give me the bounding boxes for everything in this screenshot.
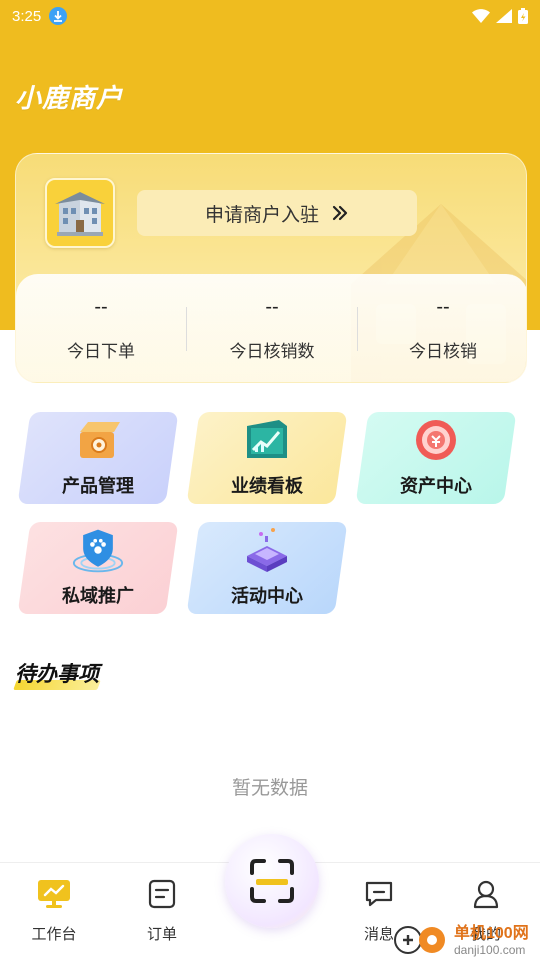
stat-label: 今日下单	[67, 342, 135, 361]
stat-value: --	[94, 296, 108, 318]
building-icon	[55, 192, 105, 236]
product-box-icon	[72, 414, 124, 466]
merchant-avatar[interactable]	[45, 178, 115, 248]
menu-label: 活动中心	[231, 586, 303, 606]
stat-label: 今日核销	[409, 342, 477, 361]
status-time: 3:25	[12, 7, 42, 25]
menu-label: 产品管理	[62, 476, 134, 496]
menu-label: 资产中心	[400, 476, 472, 496]
battery-icon	[518, 8, 528, 24]
menu-label: 私域推广	[62, 586, 134, 606]
today-stats: -- 今日下单 -- 今日核销数 -- 今日核销	[16, 274, 526, 382]
order-icon	[145, 877, 179, 911]
scan-icon	[250, 859, 294, 903]
performance-board-icon	[241, 414, 293, 466]
watermark-url: danji100.com	[454, 942, 526, 957]
app-title: 小鹿商户	[15, 83, 124, 113]
workbench-icon	[37, 877, 71, 911]
stat-today-orders[interactable]: -- 今日下单	[16, 274, 186, 382]
stat-value: --	[436, 296, 450, 318]
watermark-title: 单机100网	[454, 924, 529, 942]
watermark-logo-icon	[394, 925, 445, 954]
menu-label: 业绩看板	[231, 476, 303, 496]
tab-workbench[interactable]: 工作台	[0, 877, 108, 947]
asset-coin-icon	[410, 414, 462, 466]
stat-label: 今日核销数	[229, 342, 315, 361]
site-watermark: 单机100网 danji100.com	[392, 915, 540, 960]
profile-icon	[469, 877, 503, 911]
stat-value: --	[265, 296, 279, 318]
scan-button[interactable]	[225, 834, 319, 928]
empty-state-text: 暂无数据	[231, 778, 308, 799]
menu-private-promotion[interactable]: 私域推广	[17, 522, 179, 614]
download-icon	[49, 7, 68, 25]
signal-icon	[496, 9, 512, 23]
private-domain-shield-icon	[72, 524, 124, 576]
menu-product-management[interactable]: 产品管理	[17, 412, 179, 504]
tab-orders[interactable]: 订单	[108, 877, 216, 947]
double-chevron-right-icon	[332, 205, 348, 221]
wifi-icon	[472, 9, 490, 23]
tab-label: 工作台	[31, 926, 77, 943]
tab-label: 订单	[146, 926, 177, 943]
activity-stage-icon	[241, 524, 293, 576]
apply-merchant-label: 申请商户入驻	[204, 204, 319, 226]
merchant-card: 申请商户入驻 -- 今日下单 -- 今日核销数 -- 今日核销	[15, 153, 527, 383]
stat-today-verify[interactable]: -- 今日核销	[358, 274, 526, 382]
apply-merchant-button[interactable]: 申请商户入驻	[137, 190, 417, 236]
status-bar: 3:25	[0, 0, 540, 32]
menu-asset-center[interactable]: 资产中心	[355, 412, 517, 504]
stat-today-verify-count[interactable]: -- 今日核销数	[187, 274, 357, 382]
todo-section-title: 待办事项	[15, 663, 99, 686]
status-indicators	[472, 8, 528, 24]
menu-performance-board[interactable]: 业绩看板	[186, 412, 348, 504]
message-icon	[362, 877, 396, 911]
menu-activity-center[interactable]: 活动中心	[186, 522, 348, 614]
tab-label: 消息	[363, 926, 394, 943]
